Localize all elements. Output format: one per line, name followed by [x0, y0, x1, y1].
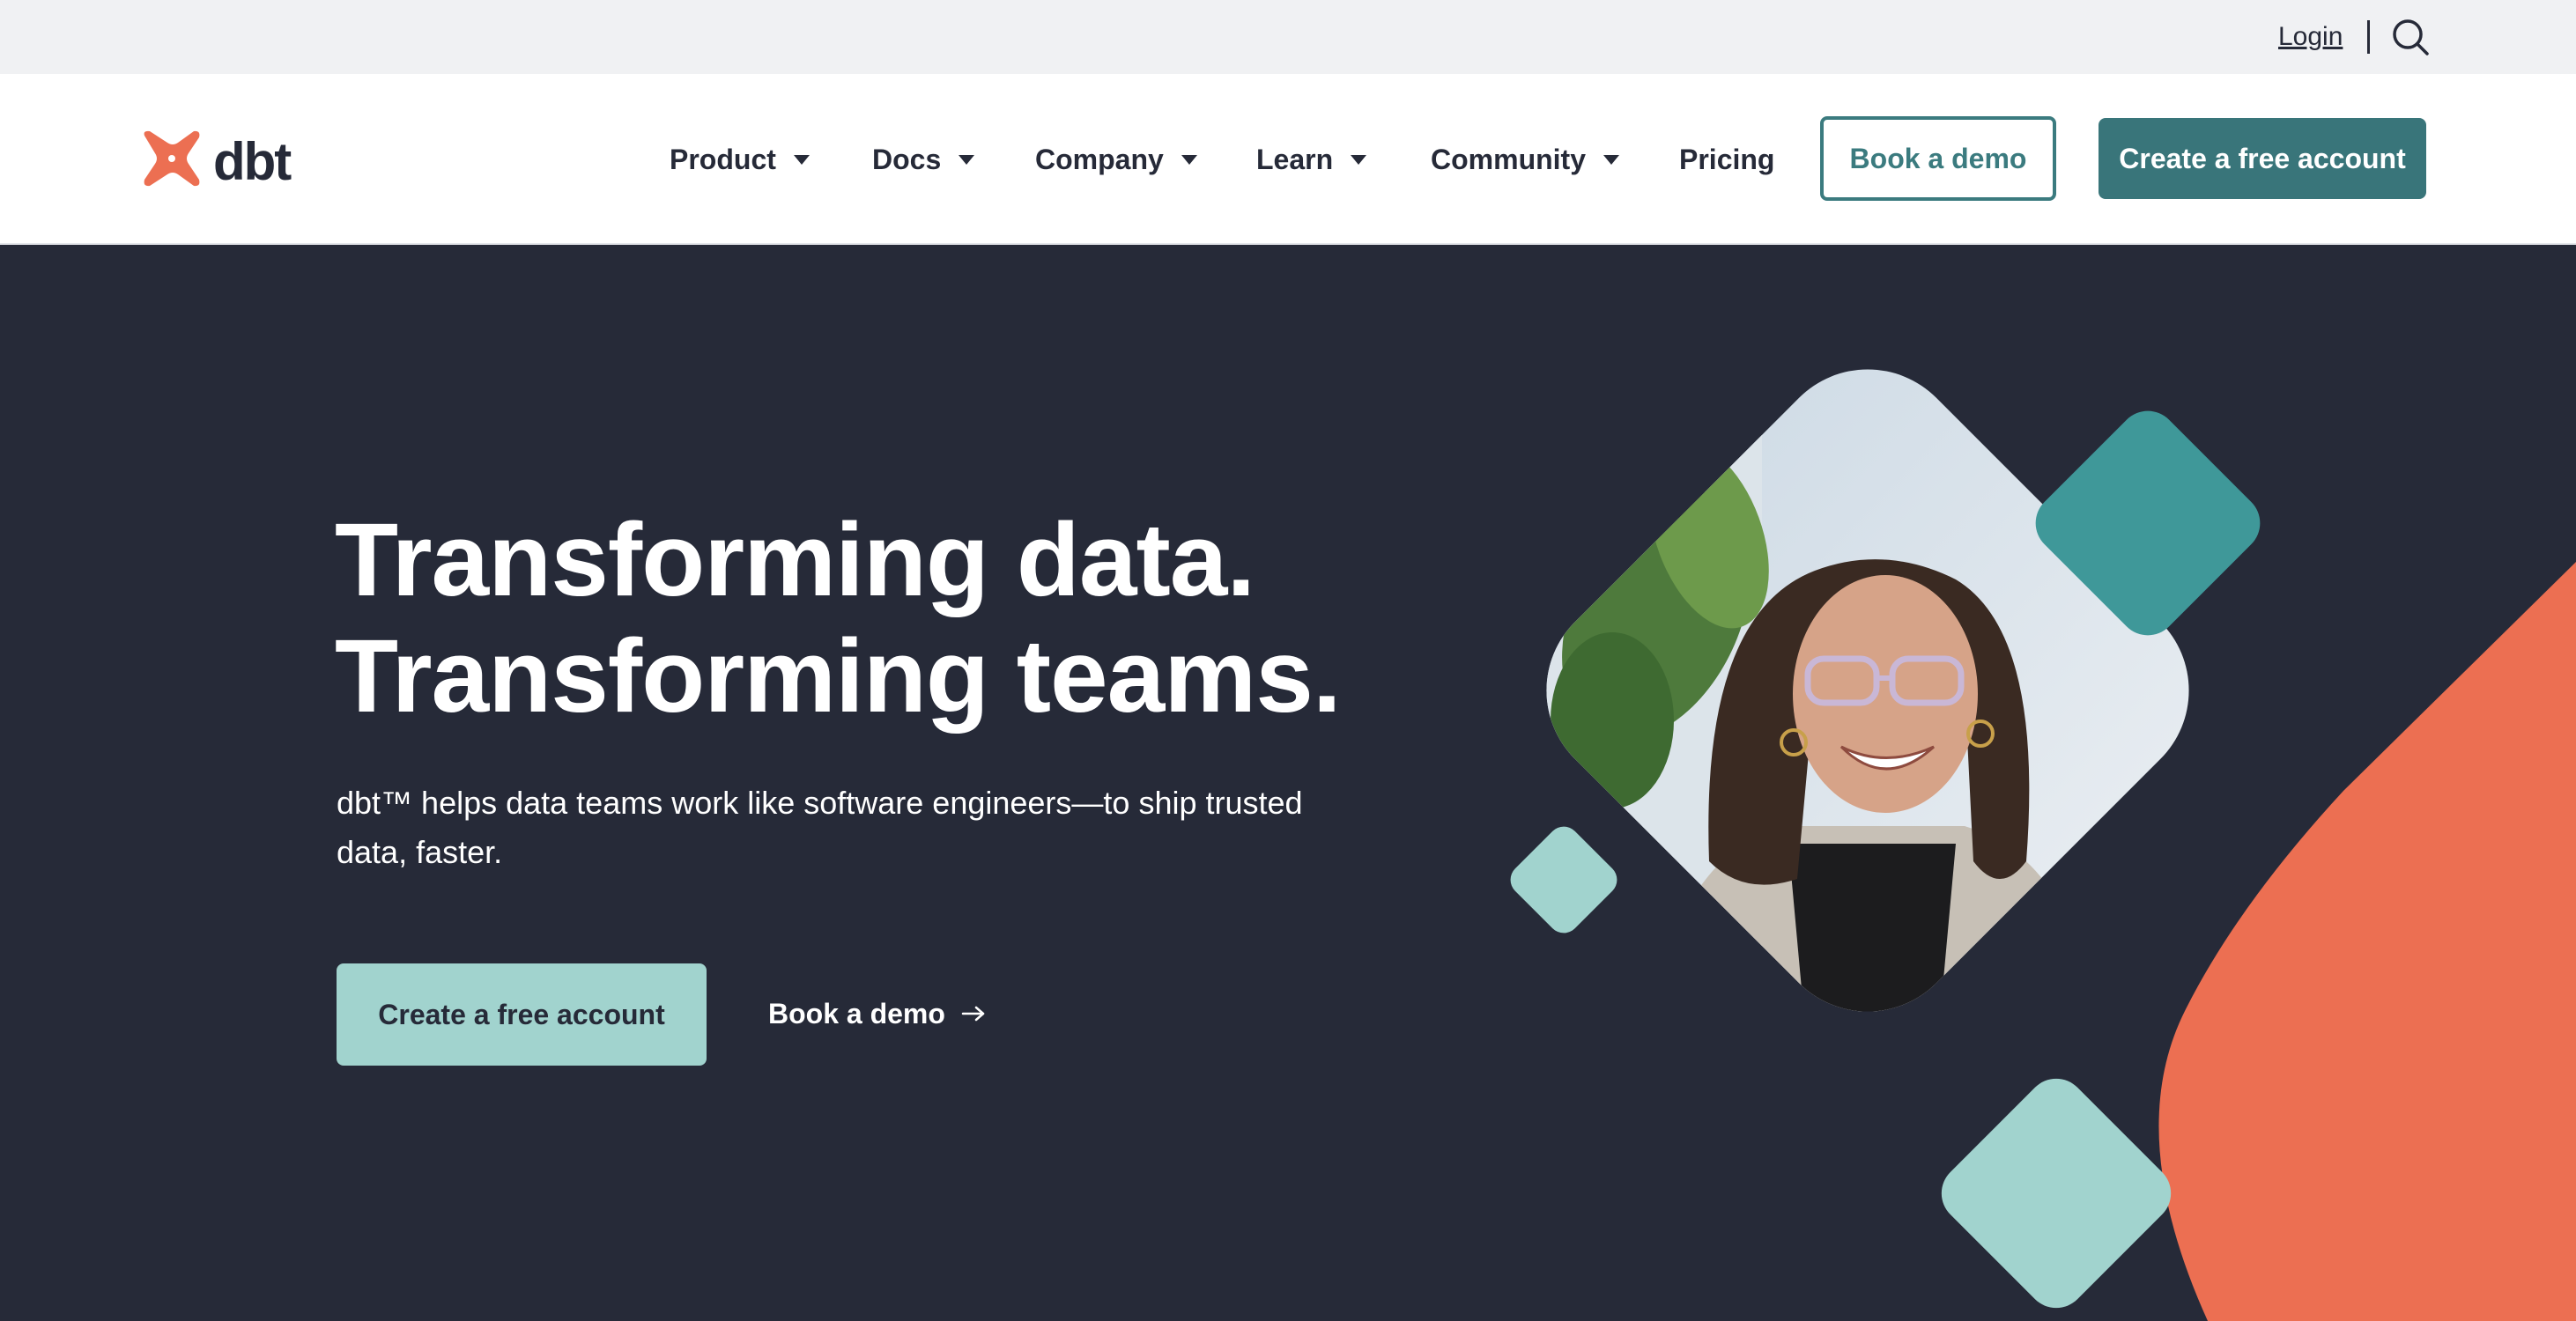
chevron-down-icon: [1181, 154, 1197, 165]
dbt-logo[interactable]: dbt: [139, 125, 315, 196]
nav-pricing[interactable]: Pricing: [1679, 139, 1774, 180]
create-account-button[interactable]: Create a free account: [2099, 118, 2426, 199]
hero-title: Transforming data. Transforming teams.: [335, 502, 1480, 734]
chevron-down-icon: [1351, 154, 1367, 165]
utility-bar: Login: [0, 0, 2576, 74]
teal-diamond-bottom: [1941, 1078, 2172, 1309]
teal-diamond-small: [1510, 826, 1617, 934]
utility-divider: [2367, 20, 2370, 54]
nav-community-label: Community: [1431, 143, 1586, 175]
arrow-right-icon: [961, 1006, 985, 1022]
teal-diamond-top-right: [2035, 410, 2261, 636]
hero-book-demo-label: Book a demo: [768, 997, 945, 1029]
logo-wordmark: dbt: [213, 132, 292, 191]
hero-book-demo-link[interactable]: Book a demo: [768, 992, 986, 1036]
hero-section: Transforming data. Transforming teams. d…: [0, 245, 2576, 1321]
hero-title-line-1: Transforming data.: [335, 502, 1255, 618]
nav-learn[interactable]: Learn: [1256, 139, 1367, 180]
search-icon[interactable]: [2391, 18, 2430, 56]
nav-company-label: Company: [1035, 143, 1164, 175]
main-navigation: dbt Product Docs Company Learn Community…: [0, 74, 2576, 245]
dbt-logo-mark-icon: [144, 130, 200, 187]
nav-docs-label: Docs: [872, 143, 942, 175]
orange-decorative-shape: [2158, 562, 2576, 1321]
hero-title-line-2: Transforming teams.: [335, 618, 1342, 734]
chevron-down-icon: [959, 154, 975, 165]
login-link[interactable]: Login: [2278, 19, 2343, 55]
nav-product-label: Product: [670, 143, 776, 175]
person-photo: [1533, 351, 2202, 1037]
hero-subtitle: dbt™ helps data teams work like software…: [337, 785, 1303, 870]
nav-product[interactable]: Product: [670, 139, 810, 180]
nav-pricing-label: Pricing: [1679, 143, 1775, 175]
hero-create-account-button[interactable]: Create a free account: [337, 963, 707, 1066]
nav-community[interactable]: Community: [1431, 139, 1619, 180]
nav-learn-label: Learn: [1256, 143, 1334, 175]
nav-docs[interactable]: Docs: [872, 139, 975, 180]
chevron-down-icon: [793, 154, 810, 165]
chevron-down-icon: [1603, 154, 1619, 165]
nav-company[interactable]: Company: [1035, 139, 1197, 180]
book-demo-button[interactable]: Book a demo: [1820, 116, 2056, 201]
